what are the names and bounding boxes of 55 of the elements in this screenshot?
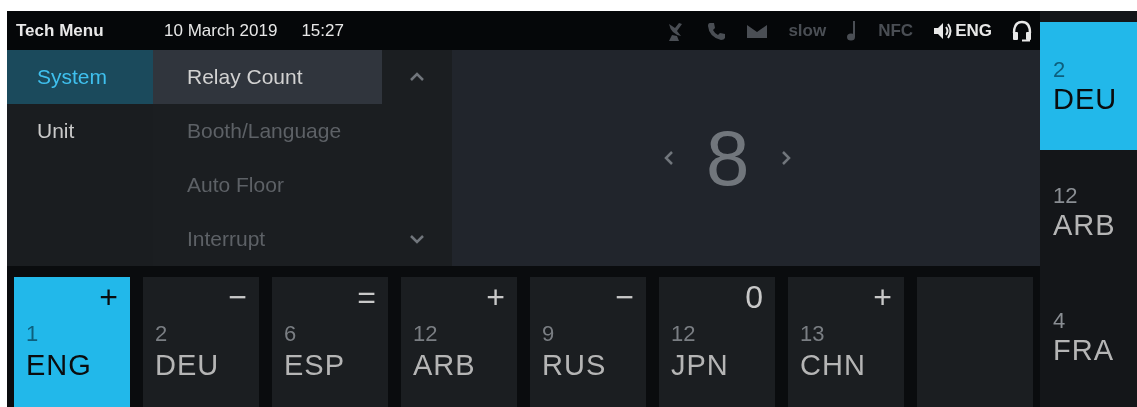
channel-tile[interactable]: + 13 CHN [788, 277, 904, 407]
channel-sign: − [228, 278, 248, 317]
channel-tile[interactable]: − 2 DEU [143, 277, 259, 407]
channel-sign: + [873, 278, 893, 317]
channel-tile[interactable]: + 12 ARB [401, 277, 517, 407]
channel-code: JPN [670, 349, 729, 382]
channel-code: RUS [541, 349, 607, 382]
channel-number: 2 [1053, 56, 1067, 83]
channel-sign: + [486, 278, 506, 317]
channel-code: ARB [412, 349, 476, 382]
channel-number: 4 [1053, 308, 1067, 334]
channel-number: 12 [412, 321, 438, 347]
scroll-down-icon [409, 234, 425, 244]
channel-tile[interactable]: + 1 ENG [14, 277, 130, 407]
channel-number: 12 [670, 321, 696, 347]
speaker-icon [933, 21, 954, 40]
channel-code: FRA [1053, 334, 1115, 367]
sidebar-item[interactable]: Unit [7, 104, 153, 158]
phone-icon [706, 20, 727, 41]
scroll-up-icon [409, 72, 425, 82]
channel-code: ESP [283, 349, 346, 382]
channel-number: 2 [154, 321, 168, 347]
screen-title: Tech Menu [16, 20, 105, 41]
date-label: 10 March 2019 [164, 20, 278, 41]
channel-tile[interactable]: 12 ARB [1040, 150, 1137, 275]
status-label: NFC [878, 20, 914, 41]
channel-number: 9 [541, 321, 555, 347]
channel-sign: − [615, 278, 635, 317]
channel-number: 12 [1053, 183, 1079, 209]
channel-code: ENG [25, 349, 92, 382]
channel-sign: = [357, 278, 377, 317]
channel-tile[interactable]: 4 FRA [1040, 275, 1137, 400]
decrease-icon [664, 150, 674, 166]
channel-tile[interactable]: 0 12 JPN [659, 277, 775, 407]
channel-number: 6 [283, 321, 297, 347]
channel-tile[interactable]: − 9 RUS [530, 277, 646, 407]
menu-item[interactable]: Relay Count [153, 50, 382, 104]
mail-icon [746, 22, 769, 39]
channel-code: DEU [1053, 82, 1119, 116]
time-label: 15:27 [301, 20, 344, 41]
channel-code: ARB [1053, 209, 1117, 242]
increase-icon [781, 150, 792, 166]
channel-code: CHN [799, 349, 866, 382]
channel-code: DEU [154, 349, 220, 382]
headset-icon [1012, 19, 1032, 42]
language-label: ENG [955, 20, 992, 41]
status-label: slow [788, 20, 827, 41]
channel-tile[interactable]: = 6 ESP [272, 277, 388, 407]
value-display: 8 [706, 119, 750, 197]
channel-number: 13 [799, 321, 825, 347]
channel-sign: 0 [745, 278, 764, 317]
sidebar-item[interactable]: System [7, 50, 153, 104]
channel-number: 1 [25, 321, 39, 347]
channel-sign: + [99, 278, 119, 317]
channel-tile[interactable]: 2 DEU [1040, 22, 1137, 150]
